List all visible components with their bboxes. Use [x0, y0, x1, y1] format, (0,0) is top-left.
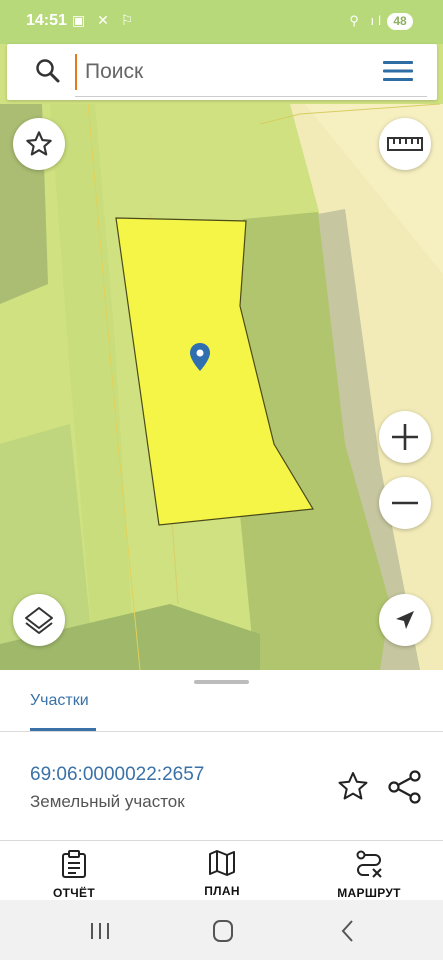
search-bar: [7, 44, 437, 100]
map-canvas: [0, 44, 443, 670]
signal-icons: ⚲ ıl: [349, 13, 385, 28]
route-button[interactable]: МАРШРУТ: [314, 850, 424, 900]
layers-button[interactable]: [13, 594, 65, 646]
zoom-out-button[interactable]: [379, 477, 431, 529]
plan-label: ПЛАН: [204, 884, 240, 898]
search-input[interactable]: [75, 54, 387, 90]
navigation-arrow-icon: [396, 611, 414, 629]
map-icon: [209, 850, 235, 876]
star-icon: [26, 131, 52, 156]
plus-icon: [392, 424, 418, 450]
ruler-button[interactable]: [379, 118, 431, 170]
search-underline: [75, 96, 427, 97]
parcel-cadastral-number[interactable]: 69:06:0000022:2657: [30, 764, 204, 786]
search-icon[interactable]: [35, 58, 61, 84]
map-view[interactable]: [0, 44, 443, 670]
report-label: ОТЧЁТ: [53, 886, 95, 900]
zoom-in-button[interactable]: [379, 411, 431, 463]
tab-divider: [0, 731, 443, 732]
item-divider: [0, 840, 443, 841]
hamburger-menu-icon[interactable]: [383, 60, 413, 82]
back-icon[interactable]: [333, 918, 363, 944]
report-button[interactable]: ОТЧЁТ: [19, 850, 129, 900]
tab-parcels[interactable]: Участки: [30, 692, 89, 710]
status-time: 14:51: [26, 12, 67, 29]
clipboard-icon: [62, 850, 86, 878]
sheet-drag-handle[interactable]: [194, 680, 249, 684]
layers-icon: [25, 607, 53, 634]
recent-apps-icon[interactable]: [85, 918, 115, 944]
star-icon[interactable]: [334, 768, 372, 806]
status-bar: 14:51 ▣ ✕ ⚐ ⚲ ıl 48: [0, 0, 443, 44]
share-icon[interactable]: [386, 768, 424, 806]
parcel-type: Земельный участок: [30, 792, 185, 811]
home-icon[interactable]: [208, 918, 238, 944]
location-marker-icon[interactable]: [189, 342, 211, 372]
system-nav-bar: [0, 900, 443, 960]
my-location-button[interactable]: [379, 594, 431, 646]
battery-icon: 48: [387, 13, 413, 30]
route-icon: [356, 850, 382, 878]
plan-button[interactable]: ПЛАН: [167, 850, 277, 898]
bottom-sheet: Участки 69:06:0000022:2657 Земельный уча…: [0, 670, 443, 900]
notification-icons: ▣ ✕ ⚐: [72, 12, 138, 28]
favorite-map-button[interactable]: [13, 118, 65, 170]
minus-icon: [392, 501, 418, 505]
route-label: МАРШРУТ: [337, 886, 401, 900]
ruler-icon: [387, 137, 423, 151]
